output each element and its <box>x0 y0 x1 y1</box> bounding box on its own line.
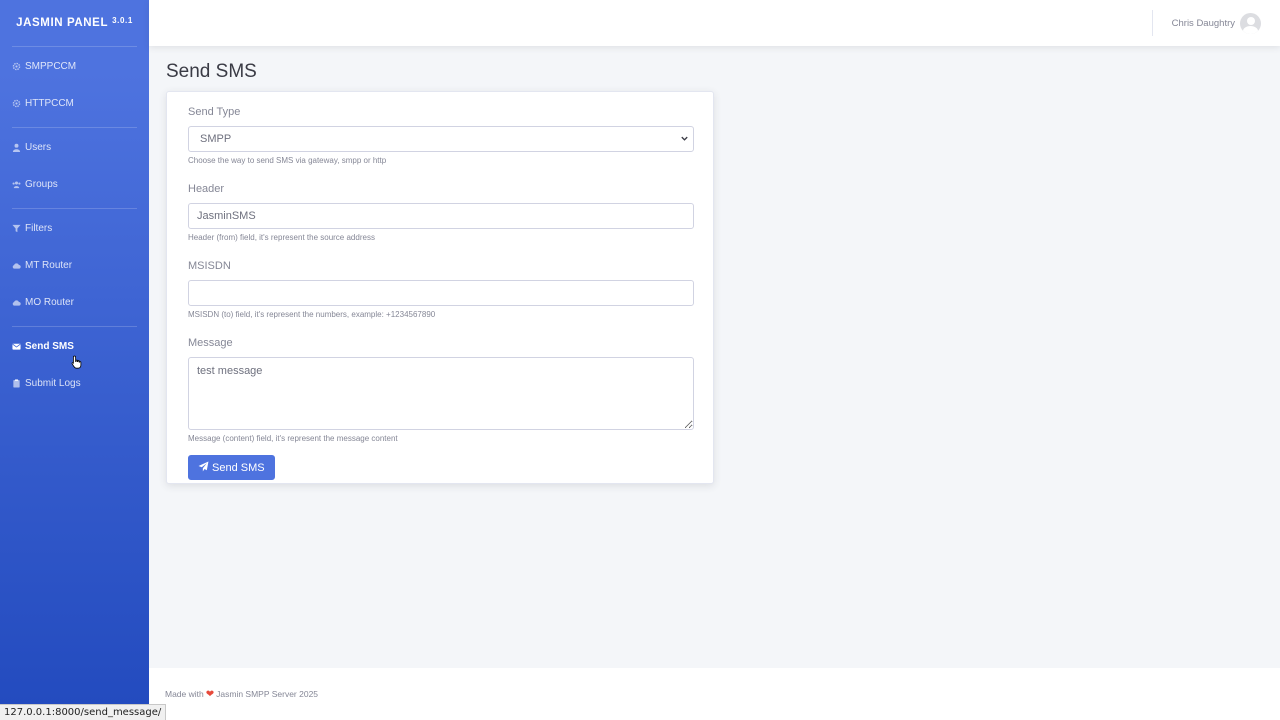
browser-status-url: 127.0.0.1:8000/send_message/ <box>0 704 167 720</box>
sidebar-item-label: SMPPCCM <box>25 61 77 72</box>
sidebar-item-label: MT Router <box>25 260 73 271</box>
message-help: Message (content) field, it's represent … <box>188 434 398 443</box>
header-help: Header (from) field, it's represent the … <box>188 233 375 242</box>
send-sms-button-label: Send SMS <box>212 461 265 474</box>
msisdn-input[interactable] <box>188 280 694 306</box>
brand[interactable]: JASMIN PANEL 3.0.1 <box>0 0 149 46</box>
chevron-down-icon <box>680 134 689 145</box>
gear-icon <box>12 99 21 108</box>
send-type-label: Send Type <box>188 106 241 118</box>
heart-icon: ❤ <box>205 688 215 700</box>
send-type-value: SMPP <box>200 133 232 145</box>
footer-suffix: Jasmin SMPP Server 2025 <box>216 689 319 699</box>
send-type-help: Choose the way to send SMS via gateway, … <box>188 156 387 165</box>
header-input[interactable]: JasminSMS <box>188 203 694 229</box>
header-label: Header <box>188 183 225 195</box>
sidebar-item-mt-router[interactable]: MT Router <box>0 247 149 284</box>
sidebar-item-mo-router[interactable]: MO Router <box>0 284 149 321</box>
header-input-value: JasminSMS <box>197 210 256 222</box>
topbar: Chris Daughtry <box>149 0 1280 46</box>
sidebar-item-users[interactable]: Users <box>0 129 149 166</box>
sidebar-item-filters[interactable]: Filters <box>0 210 149 247</box>
sidebar-item-label: HTTPCCM <box>25 98 74 109</box>
sidebar-item-submit-logs[interactable]: Submit Logs <box>0 365 149 402</box>
filter-icon <box>12 224 21 233</box>
sidebar-item-label: Filters <box>25 223 53 234</box>
envelope-icon <box>12 342 21 351</box>
msisdn-help: MSISDN (to) field, it's represent the nu… <box>188 310 436 319</box>
footer-prefix: Made with <box>165 689 204 699</box>
paper-plane-icon <box>198 461 209 475</box>
send-sms-button[interactable]: Send SMS <box>188 455 275 480</box>
clipboard-icon <box>12 379 21 388</box>
sidebar-item-label: Send SMS <box>25 341 74 352</box>
sidebar-item-label: Groups <box>25 179 58 190</box>
sidebar-item-httpccm[interactable]: HTTPCCM <box>0 85 149 122</box>
nav-group-connectors: SMPPCCM HTTPCCM <box>0 47 149 127</box>
sidebar-item-label: Users <box>25 142 52 153</box>
topbar-divider <box>1151 10 1153 36</box>
msisdn-label: MSISDN <box>188 260 231 272</box>
user-name[interactable]: Chris Daughtry <box>1172 18 1235 29</box>
sidebar-item-label: MO Router <box>25 297 74 308</box>
brand-name: JASMIN PANEL <box>16 17 109 29</box>
sidebar-item-label: Submit Logs <box>25 378 81 389</box>
send-type-select[interactable]: SMPP <box>188 126 694 152</box>
sidebar-item-groups[interactable]: Groups <box>0 166 149 203</box>
send-sms-form-card: Send Type SMPP Choose the way to send SM… <box>166 91 714 484</box>
avatar[interactable] <box>1240 12 1261 34</box>
nav-group-users: Users Groups <box>0 128 149 208</box>
page-title: Send SMS <box>166 61 257 82</box>
users-icon <box>12 180 21 189</box>
user-icon <box>12 143 21 152</box>
message-textarea[interactable]: test message <box>188 357 694 430</box>
cloud-download-icon <box>12 298 21 307</box>
message-label: Message <box>188 337 233 349</box>
cloud-upload-icon <box>12 261 21 270</box>
hand-cursor-icon <box>71 355 82 369</box>
nav-group-routing: Filters MT Router MO Router <box>0 209 149 326</box>
gear-icon <box>12 62 21 71</box>
footer: Made with ❤ Jasmin SMPP Server 2025 <box>149 668 1280 720</box>
sidebar-item-smppccm[interactable]: SMPPCCM <box>0 48 149 85</box>
brand-version: 3.0.1 <box>112 15 133 25</box>
